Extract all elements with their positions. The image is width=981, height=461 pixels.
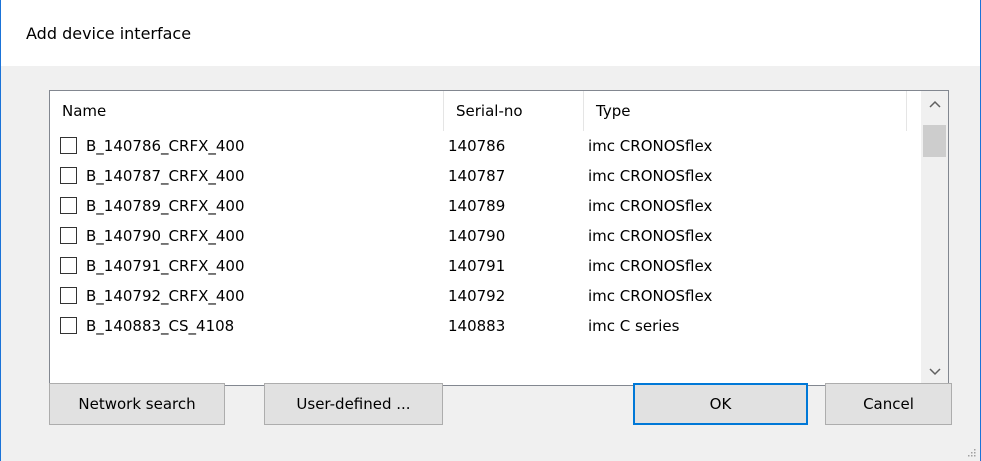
device-type: imc CRONOSflex (588, 287, 713, 305)
table-row[interactable]: B_140791_CRFX_400 140791 imc CRONOSflex (50, 251, 922, 281)
ok-button[interactable]: OK (633, 383, 808, 425)
row-checkbox[interactable] (60, 167, 77, 184)
row-checkbox[interactable] (60, 287, 77, 304)
row-checkbox[interactable] (60, 197, 77, 214)
device-serial: 140787 (448, 167, 506, 185)
device-serial: 140790 (448, 227, 506, 245)
device-type: imc CRONOSflex (588, 137, 713, 155)
device-serial: 140792 (448, 287, 506, 305)
device-name: B_140786_CRFX_400 (86, 137, 245, 155)
resize-grip-icon[interactable] (966, 447, 976, 457)
device-type: imc CRONOSflex (588, 257, 713, 275)
table-row[interactable]: B_140883_CS_4108 140883 imc C series (50, 311, 922, 341)
network-search-button[interactable]: Network search (49, 383, 225, 425)
device-name: B_140791_CRFX_400 (86, 257, 245, 275)
row-checkbox[interactable] (60, 257, 77, 274)
device-name: B_140792_CRFX_400 (86, 287, 245, 305)
scrollbar-thumb[interactable] (923, 125, 946, 157)
list-header: Name Serial-no Type (50, 91, 922, 131)
dialog-title: Add device interface (26, 24, 192, 43)
device-name: B_140787_CRFX_400 (86, 167, 245, 185)
device-name: B_140883_CS_4108 (86, 317, 235, 335)
dialog-window: Add device interface Name Serial-no Type… (0, 0, 981, 461)
table-row[interactable]: B_140789_CRFX_400 140789 imc CRONOSflex (50, 191, 922, 221)
chevron-up-icon[interactable] (921, 91, 948, 117)
cancel-button[interactable]: Cancel (825, 383, 952, 425)
title-bar[interactable]: Add device interface (1, 0, 980, 66)
device-name: B_140790_CRFX_400 (86, 227, 245, 245)
device-type: imc CRONOSflex (588, 227, 713, 245)
user-defined-button[interactable]: User-defined ... (264, 383, 443, 425)
table-row[interactable]: B_140786_CRFX_400 140786 imc CRONOSflex (50, 131, 922, 161)
device-serial: 140883 (448, 317, 506, 335)
device-serial: 140789 (448, 197, 506, 215)
device-type: imc CRONOSflex (588, 167, 713, 185)
column-header-type[interactable]: Type (584, 91, 907, 131)
vertical-scrollbar[interactable] (921, 91, 948, 385)
device-serial: 140786 (448, 137, 506, 155)
device-type: imc C series (588, 317, 680, 335)
device-name: B_140789_CRFX_400 (86, 197, 245, 215)
table-row[interactable]: B_140792_CRFX_400 140792 imc CRONOSflex (50, 281, 922, 311)
table-row[interactable]: B_140790_CRFX_400 140790 imc CRONOSflex (50, 221, 922, 251)
device-list[interactable]: Name Serial-no Type B_140786_CRFX_400 14… (49, 90, 949, 386)
device-serial: 140791 (448, 257, 506, 275)
row-checkbox[interactable] (60, 317, 77, 334)
row-checkbox[interactable] (60, 227, 77, 244)
row-checkbox[interactable] (60, 137, 77, 154)
chevron-down-icon[interactable] (921, 359, 948, 385)
device-type: imc CRONOSflex (588, 197, 713, 215)
table-row[interactable]: B_140787_CRFX_400 140787 imc CRONOSflex (50, 161, 922, 191)
column-header-serial[interactable]: Serial-no (444, 91, 584, 131)
column-header-name[interactable]: Name (50, 91, 444, 131)
dialog-client-area: Name Serial-no Type B_140786_CRFX_400 14… (1, 66, 980, 461)
